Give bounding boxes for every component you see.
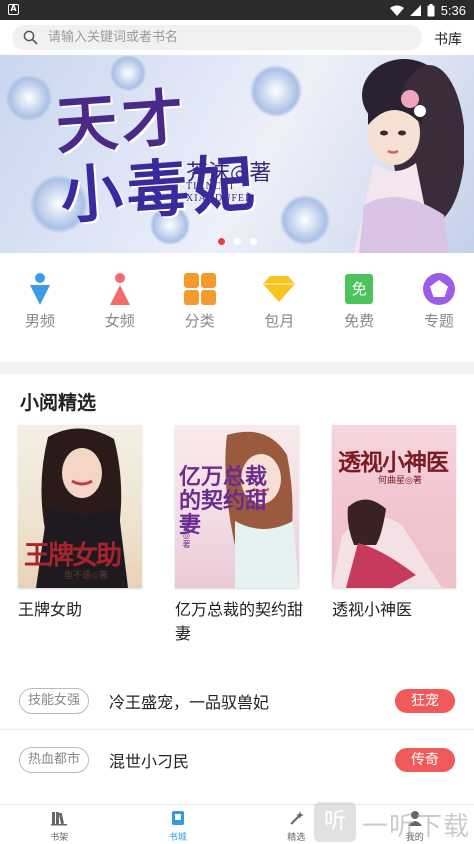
ranking-book-title[interactable]: 冷王盛宠，一品驭兽妃 — [109, 689, 269, 713]
book-cover[interactable]: 王牌女助 鱼不语◎著 — [18, 425, 142, 588]
ranking-badge: 传奇 — [395, 748, 455, 772]
cover-author: 何曲星◎著 — [378, 476, 422, 486]
female-icon — [109, 273, 130, 305]
bookstore-icon — [171, 811, 184, 825]
carousel-indicator — [0, 238, 474, 245]
carousel-dot[interactable] — [217, 238, 225, 245]
category-label: 专题 — [423, 312, 454, 330]
row-divider — [0, 729, 474, 730]
pentagon-icon — [422, 273, 455, 305]
flower-decoration — [250, 65, 302, 117]
cover-title: 王牌女助 — [24, 541, 122, 571]
category-nav: 男频 女频 分类 包月 免 免费 专题 — [0, 270, 474, 350]
category-female[interactable]: 女频 — [100, 270, 140, 350]
bookshelf-icon — [51, 812, 68, 826]
ranking-badge: 狂宠 — [395, 689, 455, 713]
book-card[interactable]: 王牌女助 鱼不语◎著 王牌女助 — [18, 425, 142, 622]
search-input[interactable] — [48, 25, 408, 50]
watermark: 听 一听下载 — [314, 800, 474, 844]
book-title[interactable]: 王牌女助 — [18, 598, 150, 622]
carousel-dot[interactable] — [233, 238, 241, 245]
book-title[interactable]: 亿万总裁的契约甜妻 — [175, 598, 307, 646]
status-bar: A 5:36 — [0, 0, 474, 20]
clock: 5:36 — [440, 2, 466, 18]
featured-section-title: 小阅精选 — [20, 392, 97, 414]
category-label: 免费 — [344, 312, 375, 330]
search-bar[interactable] — [12, 25, 422, 50]
category-male[interactable]: 男频 — [20, 270, 60, 350]
tab-label: 书架 — [50, 833, 69, 843]
book-cover[interactable]: 透视小神医 何曲星◎著 — [332, 425, 456, 588]
banner-pinyin-line1: TIANCAI — [186, 181, 235, 192]
category-label: 包月 — [264, 312, 295, 330]
tab-bookstore[interactable]: 书城 — [119, 805, 238, 844]
genre-tag[interactable]: 热血都市 — [19, 747, 90, 773]
book-cover[interactable]: 亿万总裁的契约甜妻 鲸言◎著 — [175, 425, 299, 588]
diamond-icon — [263, 276, 296, 302]
banner-character-illustration — [354, 59, 464, 253]
category-label: 分类 — [184, 312, 215, 330]
banner-title-line1: 天才 — [53, 80, 191, 163]
watermark-text: 一听下载 — [362, 812, 471, 842]
category-label: 女频 — [104, 312, 135, 330]
promo-banner[interactable]: 天才 小毒妃 芥沫◎著 TIANCAI XIAODUFEI — [0, 55, 474, 253]
carousel-dot[interactable] — [249, 238, 257, 245]
tab-label: 书城 — [168, 833, 187, 843]
section-divider — [0, 362, 474, 374]
book-card[interactable]: 透视小神医 何曲星◎著 透视小神医 — [332, 425, 456, 622]
status-bar-right: 5:36 — [389, 2, 466, 18]
book-card[interactable]: 亿万总裁的契约甜妻 鲸言◎著 亿万总裁的契约甜妻 — [175, 425, 303, 646]
cover-title: 透视小神医 — [338, 449, 449, 476]
library-link[interactable]: 书库 — [434, 29, 462, 49]
category-monthly[interactable]: 包月 — [259, 270, 299, 350]
notification-icon: A — [8, 4, 19, 15]
signal-icon — [409, 4, 421, 16]
category-label: 男频 — [24, 312, 55, 330]
category-topics[interactable]: 专题 — [419, 270, 459, 350]
cover-author: 鲸言◎著 — [182, 515, 191, 548]
genre-tag[interactable]: 技能女强 — [19, 688, 90, 714]
battery-icon — [427, 3, 435, 16]
banner-pinyin-line2: XIAODUFEI — [186, 193, 250, 204]
male-icon — [30, 273, 50, 305]
category-classify[interactable]: 分类 — [180, 270, 220, 350]
featured-book-list: 王牌女助 鱼不语◎著 王牌女助 亿万总裁的契约甜妻 鲸言◎著 亿万总裁的契约甜妻 — [0, 425, 474, 655]
wifi-icon — [389, 5, 404, 16]
search-icon — [23, 30, 38, 45]
search-header: 书库 — [0, 20, 474, 54]
banner-pinyin: TIANCAI XIAODUFEI — [186, 181, 249, 205]
cover-title: 亿万总裁的契约甜妻 — [179, 464, 268, 538]
tab-bookshelf[interactable]: 书架 — [0, 805, 119, 844]
book-title[interactable]: 透视小神医 — [332, 598, 464, 622]
ranking-row[interactable]: 热血都市 混世小刁民 传奇 — [0, 745, 474, 775]
ranking-book-title[interactable]: 混世小刁民 — [109, 748, 189, 772]
free-icon: 免 — [345, 274, 374, 304]
magic-wand-icon — [290, 811, 305, 825]
grid-icon — [183, 273, 216, 305]
category-free[interactable]: 免 免费 — [339, 270, 379, 350]
cover-author: 鱼不语◎著 — [64, 571, 108, 581]
flower-decoration — [6, 75, 52, 121]
ranking-row[interactable]: 技能女强 冷王盛宠，一品驭兽妃 狂宠 — [0, 686, 474, 716]
watermark-logo: 听 — [314, 802, 356, 842]
